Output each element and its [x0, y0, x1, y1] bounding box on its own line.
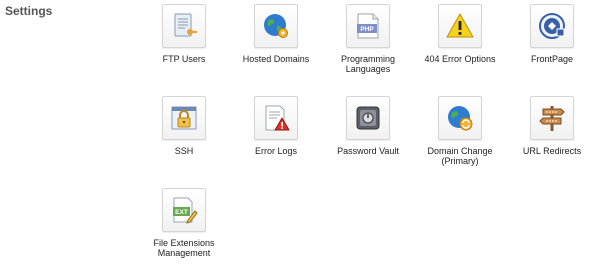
- settings-item-password-vault[interactable]: Password Vault: [322, 96, 414, 156]
- section-title: Settings: [5, 4, 53, 18]
- settings-item-label: 404 Error Options: [424, 54, 496, 64]
- password-vault-icon: [353, 103, 383, 133]
- settings-item-ssh[interactable]: SSH: [138, 96, 230, 156]
- frontpage-icon: [537, 11, 567, 41]
- error-logs-icon: [261, 103, 291, 133]
- hosted-domains-tile[interactable]: [254, 4, 298, 48]
- ext-badge-text: EXT: [175, 209, 188, 216]
- settings-item-ftp-users[interactable]: FTP Users: [138, 4, 230, 64]
- settings-item-label: SSH: [174, 146, 194, 156]
- php-badge-text: PHP: [360, 26, 374, 33]
- settings-item-404-error-options[interactable]: 404 Error Options: [414, 4, 506, 64]
- programming-languages-icon: PHP: [353, 11, 383, 41]
- settings-item-url-redirects[interactable]: URL Redirects: [506, 96, 598, 156]
- settings-item-file-extensions[interactable]: EXT File Extensions Management: [138, 188, 230, 258]
- error-logs-tile[interactable]: [254, 96, 298, 140]
- ssh-lock-icon: [169, 103, 199, 133]
- settings-item-label: File Extensions Management: [153, 238, 215, 258]
- domain-change-tile[interactable]: [438, 96, 482, 140]
- programming-languages-tile[interactable]: PHP: [346, 4, 390, 48]
- settings-item-label: Domain Change (Primary): [427, 146, 493, 166]
- url-redirects-signpost-icon: [537, 103, 567, 133]
- warning-icon: [445, 11, 475, 41]
- settings-item-domain-change[interactable]: Domain Change (Primary): [414, 96, 506, 166]
- file-extensions-icon: EXT: [169, 195, 199, 225]
- settings-item-label: FTP Users: [162, 54, 206, 64]
- settings-item-label: Hosted Domains: [242, 54, 310, 64]
- settings-item-error-logs[interactable]: Error Logs: [230, 96, 322, 156]
- 404-error-options-tile[interactable]: [438, 4, 482, 48]
- settings-item-label: URL Redirects: [522, 146, 582, 156]
- settings-item-label: Error Logs: [254, 146, 298, 156]
- settings-item-hosted-domains[interactable]: Hosted Domains: [230, 4, 322, 64]
- settings-item-programming-languages[interactable]: PHP Programming Languages: [322, 4, 414, 74]
- hosted-domains-icon: [261, 11, 291, 41]
- ssh-tile[interactable]: [162, 96, 206, 140]
- settings-item-label: Password Vault: [337, 146, 399, 156]
- domain-change-icon: [445, 103, 475, 133]
- ftp-users-tile[interactable]: [162, 4, 206, 48]
- settings-item-label: FrontPage: [530, 54, 574, 64]
- settings-item-frontpage[interactable]: FrontPage: [506, 4, 598, 64]
- ftp-users-icon: [169, 11, 199, 41]
- file-extensions-tile[interactable]: EXT: [162, 188, 206, 232]
- password-vault-tile[interactable]: [346, 96, 390, 140]
- frontpage-tile[interactable]: [530, 4, 574, 48]
- settings-item-label: Programming Languages: [340, 54, 396, 74]
- url-redirects-tile[interactable]: [530, 96, 574, 140]
